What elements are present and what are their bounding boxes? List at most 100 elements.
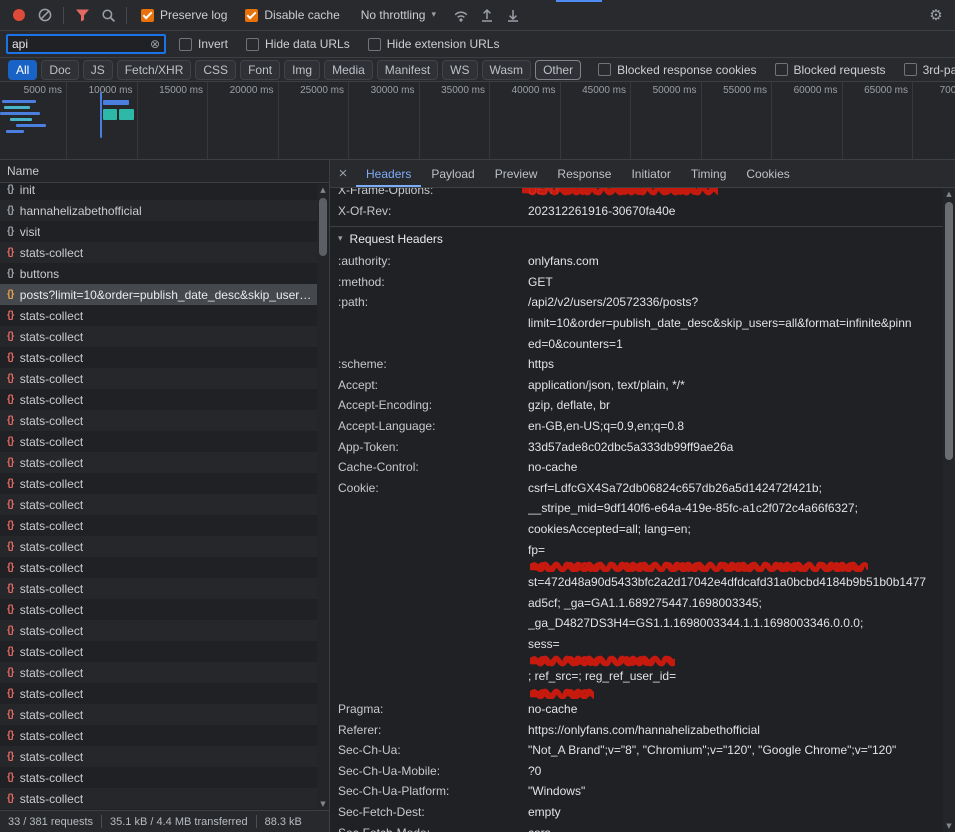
header-row: Sec-Ch-Ua:"Not_A Brand";v="8", "Chromium…	[330, 740, 943, 761]
filter-input[interactable]	[12, 37, 150, 51]
header-name: Accept-Language:	[338, 416, 528, 437]
filter-chip-js[interactable]: JS	[83, 60, 113, 80]
request-row[interactable]: {}stats-collect	[0, 725, 329, 746]
request-row[interactable]: {}stats-collect	[0, 620, 329, 641]
request-row[interactable]: {}stats-collect	[0, 536, 329, 557]
details-scrollbar[interactable]: ▲ ▼	[943, 188, 955, 832]
record-button[interactable]	[6, 3, 32, 27]
scrollbar-thumb[interactable]	[945, 202, 953, 460]
filter-chip-font[interactable]: Font	[240, 60, 280, 80]
filter-chip-media[interactable]: Media	[324, 60, 373, 80]
header-value: onlyfans.com	[528, 251, 943, 272]
filter-chip-doc[interactable]: Doc	[41, 60, 78, 80]
preserve-log-checkbox[interactable]: Preserve log	[141, 8, 227, 22]
disable-cache-checkbox[interactable]: Disable cache	[245, 8, 339, 22]
filter-toggle-button[interactable]	[69, 3, 95, 27]
tab-response[interactable]: Response	[547, 160, 621, 187]
tab-initiator[interactable]: Initiator	[621, 160, 680, 187]
filter-chip-manifest[interactable]: Manifest	[377, 60, 438, 80]
request-row[interactable]: {}stats-collect	[0, 788, 329, 809]
requests-scrollbar[interactable]: ▲ ▼	[317, 184, 329, 810]
request-row[interactable]: {}stats-collect	[0, 557, 329, 578]
tab-timing[interactable]: Timing	[681, 160, 737, 187]
tab-headers[interactable]: Headers	[356, 160, 421, 187]
request-name: visit	[20, 225, 41, 239]
request-row[interactable]: {}stats-collect	[0, 431, 329, 452]
filter-chip-other[interactable]: Other	[535, 60, 581, 80]
filter-chip-css[interactable]: CSS	[195, 60, 236, 80]
request-name: stats-collect	[20, 666, 83, 680]
request-row[interactable]: {}stats-collect	[0, 452, 329, 473]
request-row[interactable]: {}posts?limit=10&order=publish_date_desc…	[0, 284, 329, 305]
filter-checkbox-blocked-requests[interactable]: Blocked requests	[775, 63, 886, 77]
request-row[interactable]: {}stats-collect	[0, 746, 329, 767]
type-filter-chips: AllDocJSFetch/XHRCSSFontImgMediaManifest…	[8, 60, 581, 80]
hide-extension-urls-checkbox[interactable]: Hide extension URLs	[368, 37, 500, 51]
filter-checkbox-3rd-party-requests[interactable]: 3rd-party requests	[904, 63, 955, 77]
filter-chip-all[interactable]: All	[8, 60, 37, 80]
scrollbar-down-arrow[interactable]: ▼	[943, 820, 955, 832]
request-row[interactable]: {}visit	[0, 221, 329, 242]
network-conditions-icon	[453, 8, 469, 23]
tab-cookies[interactable]: Cookies	[736, 160, 799, 187]
request-row[interactable]: {}hannahelizabethofficial	[0, 200, 329, 221]
filter-chip-img[interactable]: Img	[284, 60, 320, 80]
request-row[interactable]: {}stats-collect	[0, 494, 329, 515]
request-row[interactable]: {}stats-collect	[0, 347, 329, 368]
tab-preview[interactable]: Preview	[485, 160, 548, 187]
request-row[interactable]: {}stats-collect	[0, 326, 329, 347]
request-row[interactable]: {}stats-collect	[0, 767, 329, 788]
request-row[interactable]: {}stats-collect	[0, 662, 329, 683]
scrollbar-thumb[interactable]	[319, 198, 327, 256]
request-row[interactable]: {}stats-collect	[0, 578, 329, 599]
request-row[interactable]: {}stats-collect	[0, 641, 329, 662]
request-row[interactable]: {}stats-collect	[0, 410, 329, 431]
filter-chip-wasm[interactable]: Wasm	[482, 60, 532, 80]
export-har-button[interactable]	[500, 3, 526, 27]
request-row[interactable]: {}buttons	[0, 263, 329, 284]
timeline-tick-label: 60000 ms	[790, 85, 838, 96]
header-name: Sec-Ch-Ua-Mobile:	[338, 761, 528, 782]
details-panel: × HeadersPayloadPreviewResponseInitiator…	[330, 160, 955, 832]
hide-data-urls-checkbox[interactable]: Hide data URLs	[246, 37, 350, 51]
request-row[interactable]: {}init	[0, 183, 329, 200]
filter-chip-ws[interactable]: WS	[442, 60, 477, 80]
header-row: Sec-Ch-Ua-Platform:"Windows"	[330, 781, 943, 802]
request-row[interactable]: {}stats-collect	[0, 473, 329, 494]
header-value-line: fp=	[528, 540, 943, 573]
header-value-text: ?0	[528, 764, 541, 778]
name-column-header[interactable]: Name	[0, 160, 329, 183]
request-row[interactable]: {}stats-collect	[0, 242, 329, 263]
overview-strip[interactable]: 5000 ms10000 ms15000 ms20000 ms25000 ms3…	[0, 82, 955, 160]
throttling-dropdown[interactable]: No throttling ▾	[361, 8, 436, 22]
script-icon: {}	[7, 625, 14, 636]
import-har-button[interactable]	[474, 3, 500, 27]
network-conditions-button[interactable]	[448, 3, 474, 27]
tab-payload[interactable]: Payload	[421, 160, 484, 187]
invert-checkbox[interactable]: Invert	[179, 37, 228, 51]
clear-button[interactable]	[32, 3, 58, 27]
request-row[interactable]: {}stats-collect	[0, 389, 329, 410]
header-name: Accept:	[338, 375, 528, 396]
request-row[interactable]: {}stats-collect	[0, 368, 329, 389]
timeline-tick-label: 45000 ms	[578, 85, 626, 96]
request-row[interactable]: {}stats-collect	[0, 704, 329, 725]
filter-chip-fetch-xhr[interactable]: Fetch/XHR	[117, 60, 192, 80]
request-name: stats-collect	[20, 519, 83, 533]
request-row[interactable]: {}stats-collect	[0, 683, 329, 704]
request-row[interactable]: {}stats-collect	[0, 515, 329, 536]
request-headers-section[interactable]: ▾ Request Headers	[330, 226, 943, 251]
header-name: Pragma:	[338, 699, 528, 720]
scrollbar-up-arrow[interactable]: ▲	[943, 188, 955, 200]
request-row[interactable]: {}stats-collect	[0, 599, 329, 620]
scrollbar-up-arrow[interactable]: ▲	[317, 184, 329, 196]
scrollbar-down-arrow[interactable]: ▼	[317, 798, 329, 810]
search-button[interactable]	[95, 3, 121, 27]
settings-gear-icon[interactable]: ⚙	[923, 3, 949, 27]
header-value-text: "Windows"	[528, 784, 585, 798]
header-value-line: ad5cf; _ga=GA1.1.689275447.1698003345;	[528, 593, 943, 614]
close-details-icon[interactable]: ×	[330, 160, 356, 187]
filter-checkbox-blocked-response-cookies[interactable]: Blocked response cookies	[598, 63, 756, 77]
clear-filter-icon[interactable]: ⊗	[150, 37, 160, 51]
request-row[interactable]: {}stats-collect	[0, 305, 329, 326]
